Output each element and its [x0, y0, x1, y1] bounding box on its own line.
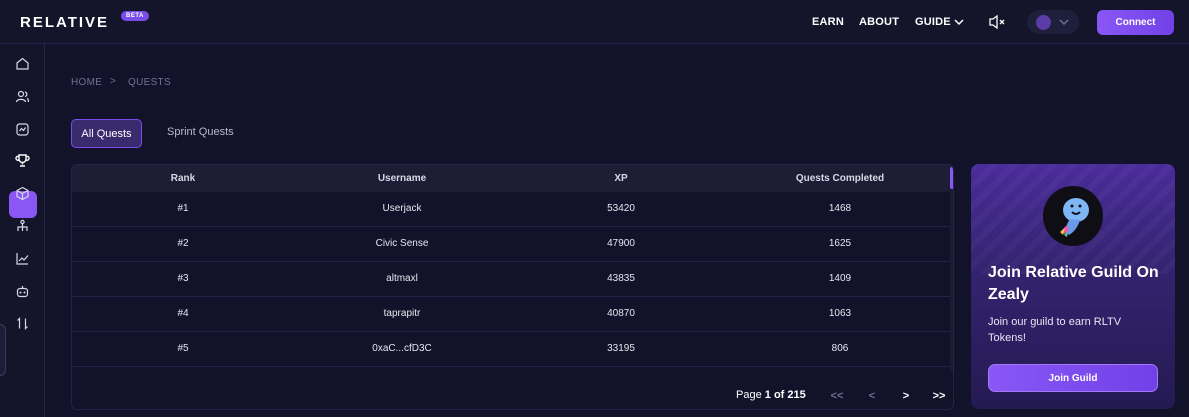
next-page-button[interactable]: >	[898, 390, 914, 402]
table-row: #5 0xaC...cfD3C 33195 806	[72, 332, 950, 367]
top-header: RELATIVE BETA EARN ABOUT GUIDE Connect	[0, 0, 1189, 44]
trophy-icon[interactable]	[15, 153, 30, 168]
quests-cell: 1409	[828, 273, 852, 284]
nav-guide[interactable]: GUIDE	[915, 16, 951, 28]
chain-logo-icon	[1036, 15, 1051, 30]
xp-cell: 40870	[607, 308, 635, 319]
rank-cell: #3	[177, 273, 189, 284]
zealy-mascot-logo	[1043, 186, 1103, 246]
nav-about[interactable]: ABOUT	[859, 16, 899, 28]
scrollbar-thumb[interactable]	[950, 167, 953, 189]
quests-cell: 1625	[828, 238, 852, 249]
users-icon[interactable]	[15, 89, 30, 104]
chevron-down-icon	[1059, 19, 1069, 26]
table-scrollbar[interactable]	[950, 165, 953, 372]
network-selector[interactable]	[1027, 10, 1079, 34]
rank-cell: #4	[177, 308, 189, 319]
username-cell: altmaxl	[386, 273, 418, 284]
username-cell: Civic Sense	[375, 238, 429, 249]
home-icon[interactable]	[15, 56, 30, 71]
network-icon[interactable]	[15, 219, 30, 234]
rank-cell: #5	[177, 343, 189, 354]
column-header-username: Username	[377, 173, 427, 184]
speaker-muted-icon[interactable]	[988, 14, 1006, 30]
pagination-status: Page 1 of 215	[736, 389, 806, 401]
table-row: #2 Civic Sense 47900 1625	[72, 227, 950, 262]
sidebar-collapse-handle[interactable]	[0, 324, 6, 376]
sidebar	[0, 44, 45, 417]
column-header-xp: XP	[614, 173, 628, 184]
xp-cell: 43835	[607, 273, 635, 284]
line-chart-icon[interactable]	[15, 251, 30, 266]
quests-cell: 1468	[828, 203, 852, 214]
swap-icon[interactable]	[15, 316, 30, 331]
breadcrumb-current: QUESTS	[128, 77, 171, 88]
beta-badge: BETA	[121, 11, 149, 21]
last-page-button[interactable]: >>	[931, 390, 947, 402]
xp-cell: 53420	[607, 203, 635, 214]
current-page: 1	[764, 389, 771, 401]
tab-all-quests[interactable]: All Quests	[71, 119, 142, 148]
join-guild-button[interactable]: Join Guild	[988, 364, 1158, 392]
prev-page-button[interactable]: <	[864, 390, 880, 402]
breadcrumb-separator: >	[110, 76, 117, 87]
card-description: Join our guild to earn RLTV Tokens!	[988, 316, 1122, 344]
rank-cell: #2	[177, 238, 189, 249]
xp-cell: 33195	[607, 343, 635, 354]
table-row: #4 taprapitr 40870 1063	[72, 297, 950, 332]
username-cell: taprapitr	[383, 308, 421, 319]
robot-icon[interactable]	[15, 284, 30, 299]
table-row: #3 altmaxl 43835 1409	[72, 262, 950, 297]
nav-earn[interactable]: EARN	[812, 16, 844, 28]
tab-sprint-quests[interactable]: Sprint Quests	[167, 126, 234, 138]
quests-cell: 1063	[828, 308, 852, 319]
first-page-button[interactable]: <<	[829, 390, 845, 402]
table-header: Rank Username XP Quests Completed	[72, 165, 953, 192]
card-title: Join Relative Guild On Zealy	[988, 264, 1159, 303]
mascot-icon	[1060, 198, 1089, 237]
rank-cell: #1	[177, 203, 189, 214]
chevron-down-icon[interactable]	[953, 16, 965, 28]
logo[interactable]: RELATIVE	[20, 14, 109, 31]
zealy-promo-card: Join Relative Guild On Zealy Join our gu…	[971, 164, 1175, 409]
connect-button[interactable]: Connect	[1097, 10, 1174, 35]
cube-icon[interactable]	[15, 186, 30, 201]
page-total: of 215	[773, 389, 806, 401]
leaderboard-table: Rank Username XP Quests Completed #1 Use…	[71, 164, 954, 410]
chart-square-icon[interactable]	[15, 122, 30, 137]
quests-cell: 806	[831, 343, 849, 354]
username-cell: 0xaC...cfD3C	[372, 343, 432, 354]
username-cell: Userjack	[382, 203, 422, 214]
page-word: Page	[736, 389, 762, 401]
column-header-quests-completed: Quests Completed	[795, 173, 885, 184]
breadcrumb-home[interactable]: HOME	[71, 77, 102, 88]
xp-cell: 47900	[607, 238, 635, 249]
column-header-rank: Rank	[170, 173, 196, 184]
table-row: #1 Userjack 53420 1468	[72, 192, 950, 227]
